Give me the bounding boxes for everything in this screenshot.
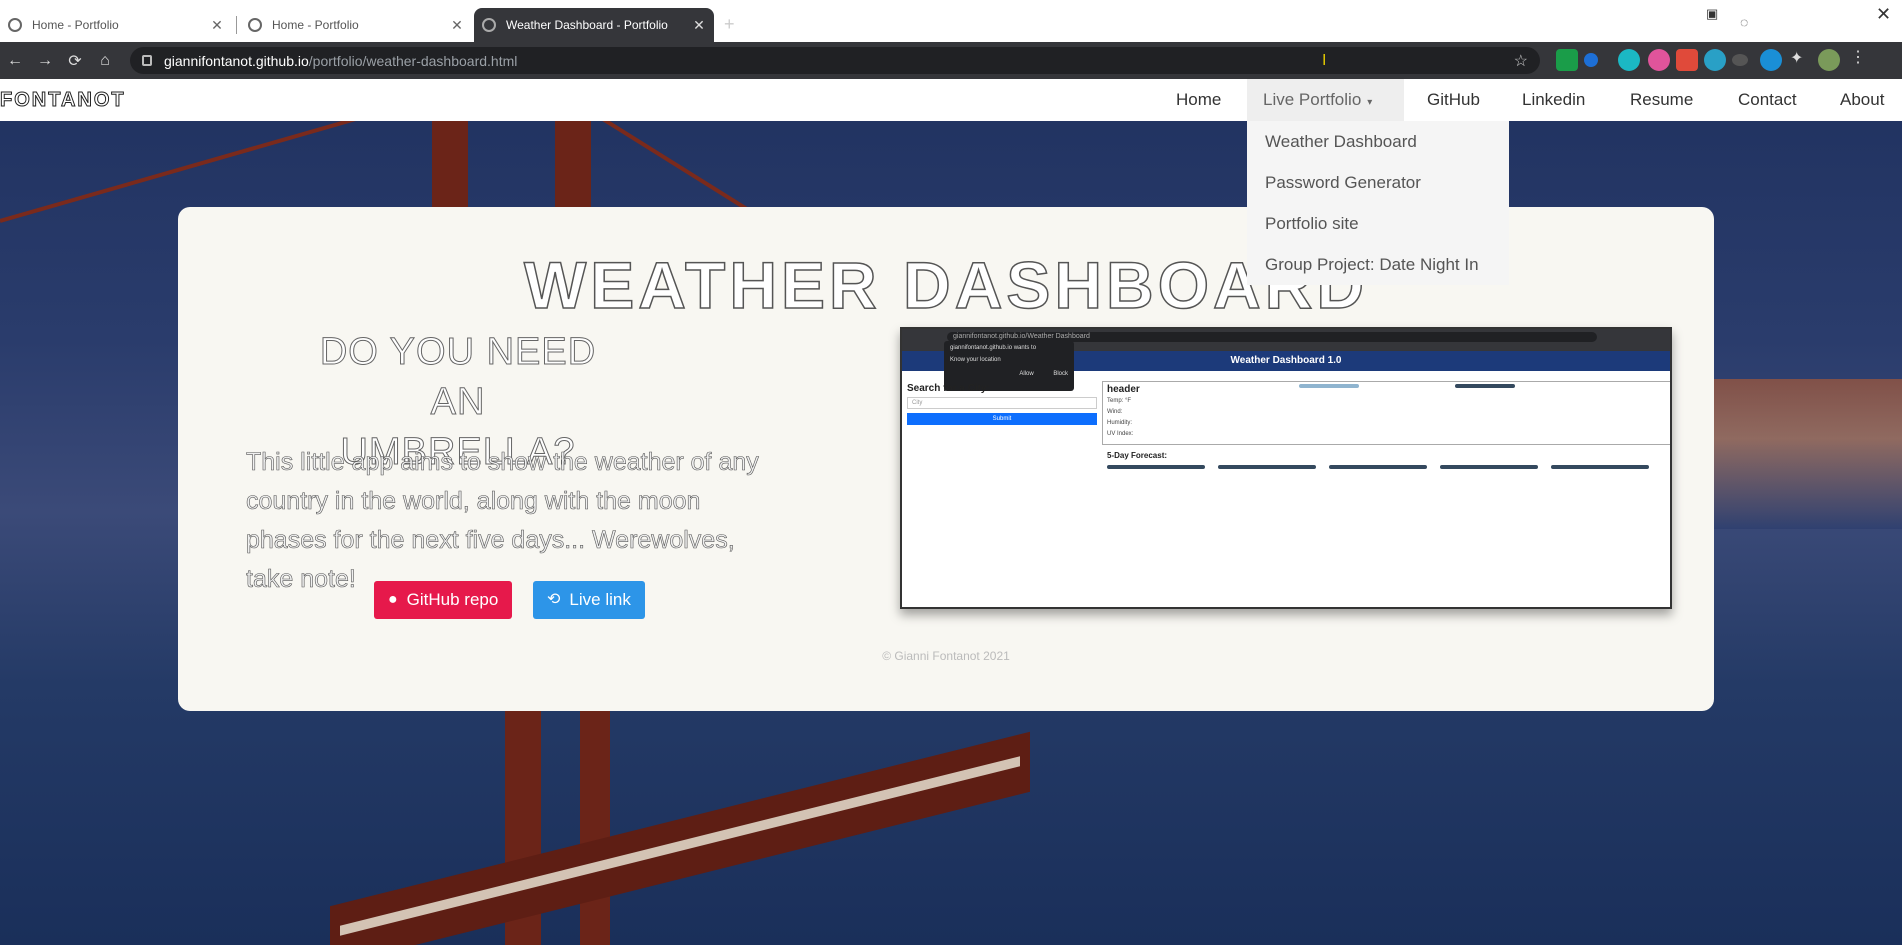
browser-tab-bar: Home - Portfolio ✕ Home - Portfolio ✕ We… xyxy=(0,0,1902,42)
extension-vimeo-icon[interactable] xyxy=(1760,49,1782,71)
dropdown-item-portfolio-site[interactable]: Portfolio site xyxy=(1247,207,1509,248)
browser-tab[interactable]: Home - Portfolio ✕ xyxy=(240,8,472,42)
preview-city-input: City xyxy=(907,397,1097,409)
dropdown-item-weather-dashboard[interactable]: Weather Dashboard xyxy=(1247,125,1509,166)
live-portfolio-dropdown: Weather Dashboard Password Generator Por… xyxy=(1247,121,1509,285)
tab-title: Weather Dashboard - Portfolio xyxy=(506,18,668,32)
github-repo-button[interactable]: ● GitHub repo xyxy=(374,581,513,619)
preview-temp: Temp: °F xyxy=(1107,398,1132,404)
footer-copyright: © Gianni Fontanot 2021 xyxy=(882,649,1010,663)
preview-wind: Wind: xyxy=(1107,409,1123,415)
preview-humidity: Humidity: xyxy=(1107,420,1133,426)
tab-title: Home - Portfolio xyxy=(272,18,359,32)
tab-separator xyxy=(236,16,237,34)
preview-popup-title: giannifontanot.github.io wants to xyxy=(950,345,1037,351)
site-navbar: FONTANOT Home Live Portfolio ▾ GitHub Lin… xyxy=(0,79,1902,121)
extension-badge-icon[interactable] xyxy=(1676,49,1698,71)
new-tab-button[interactable]: + xyxy=(724,14,735,35)
extension-eye-icon[interactable] xyxy=(1704,49,1726,71)
bookmark-star-icon[interactable]: ☆ xyxy=(1514,51,1528,71)
url-path: /portfolio/weather-dashboard.html xyxy=(308,52,518,69)
project-description: This little app aims to show the weather… xyxy=(246,448,759,594)
nav-contact[interactable]: Contact xyxy=(1722,79,1813,121)
close-icon[interactable]: ✕ xyxy=(690,17,708,34)
profile-icon[interactable]: ▣ xyxy=(1706,6,1718,22)
extension-circle-icon[interactable] xyxy=(1618,49,1640,71)
menu-dots-icon[interactable]: ⋮ xyxy=(1850,47,1872,69)
address-bar[interactable]: giannifontanot.github.io /portfolio/weat… xyxy=(130,47,1540,74)
nav-about[interactable]: About xyxy=(1824,79,1900,121)
site-brand[interactable]: FONTANOT xyxy=(0,89,126,112)
github-icon: ● xyxy=(388,591,398,608)
live-link-label: Live link xyxy=(569,590,631,609)
lock-icon[interactable] xyxy=(142,55,152,66)
globe-icon xyxy=(482,18,496,32)
extension-glasses-icon[interactable] xyxy=(1732,54,1748,66)
close-window-icon[interactable]: ✕ xyxy=(1876,4,1891,25)
preview-forecast-card xyxy=(1329,465,1427,469)
bridge-deck xyxy=(330,731,1030,945)
puzzle-icon[interactable]: ✦ xyxy=(1790,48,1812,70)
extension-w-icon[interactable] xyxy=(1648,49,1670,71)
preview-forecast-card xyxy=(1107,465,1205,469)
close-icon[interactable]: ✕ xyxy=(448,17,466,34)
preview-bar xyxy=(1299,384,1359,388)
reload-icon[interactable]: ⟳ xyxy=(60,51,90,71)
preview-popup-block: Block xyxy=(1053,371,1068,377)
caret-down-icon: ▾ xyxy=(1367,97,1373,108)
avatar[interactable] xyxy=(1818,49,1840,71)
dropdown-item-password-generator[interactable]: Password Generator xyxy=(1247,166,1509,207)
globe-icon xyxy=(248,18,262,32)
globe-icon xyxy=(8,18,22,32)
text-cursor-icon: I xyxy=(1322,51,1327,69)
browser-toolbar: ← → ⟳ ⌂ giannifontanot.github.io /portfo… xyxy=(0,42,1902,79)
preview-uv: UV Index: xyxy=(1107,431,1134,437)
preview-submit-button: Submit xyxy=(907,413,1097,425)
close-icon[interactable]: ✕ xyxy=(208,17,226,34)
preview-popup-text: Know your location xyxy=(950,357,1001,363)
nav-resume[interactable]: Resume xyxy=(1614,79,1709,121)
url-host: giannifontanot.github.io xyxy=(164,52,309,69)
preview-forecast-card xyxy=(1551,465,1649,469)
preview-forecast-card xyxy=(1218,465,1316,469)
browser-tab-active[interactable]: Weather Dashboard - Portfolio ✕ xyxy=(474,8,714,42)
forward-icon[interactable]: → xyxy=(30,52,60,70)
nav-linkedin[interactable]: Linkedin xyxy=(1506,79,1601,121)
preview-bar xyxy=(1455,384,1515,388)
preview-current-title: header xyxy=(1107,384,1140,395)
bridge-rail xyxy=(340,756,1020,936)
preview-current-weather: header Temp: °F Wind: Humidity: UV Index… xyxy=(1102,381,1670,445)
nav-live-portfolio[interactable]: Live Portfolio ▾ xyxy=(1247,79,1404,121)
extension-sheets-icon[interactable] xyxy=(1556,49,1578,71)
dropdown-item-group-project[interactable]: Group Project: Date Night In xyxy=(1247,248,1509,289)
page-viewport: FONTANOT Home Live Portfolio ▾ GitHub Lin… xyxy=(0,79,1902,945)
github-repo-label: GitHub repo xyxy=(406,590,499,609)
sync-icon: ⟲ xyxy=(547,591,561,608)
preview-forecast-title: 5-Day Forecast: xyxy=(1107,451,1168,460)
extension-shield-icon[interactable] xyxy=(1584,53,1598,67)
tab-title: Home - Portfolio xyxy=(32,18,119,32)
live-link-button[interactable]: ⟲ Live link xyxy=(533,581,645,619)
app-screenshot: giannifontanot.github.io/Weather Dashboa… xyxy=(900,327,1672,609)
home-icon[interactable]: ⌂ xyxy=(90,52,120,70)
nav-github[interactable]: GitHub xyxy=(1411,79,1496,121)
back-icon[interactable]: ← xyxy=(0,52,30,70)
nav-home[interactable]: Home xyxy=(1160,79,1237,121)
preview-popup-allow: Allow xyxy=(1019,371,1034,377)
preview-forecast-card xyxy=(1440,465,1538,469)
nav-live-portfolio-label: Live Portfolio xyxy=(1263,90,1362,109)
preview-search-title: Search for a City: xyxy=(907,383,990,394)
browser-tab[interactable]: Home - Portfolio ✕ xyxy=(0,8,232,42)
minimize-icon[interactable]: ◌ xyxy=(1740,14,1748,30)
